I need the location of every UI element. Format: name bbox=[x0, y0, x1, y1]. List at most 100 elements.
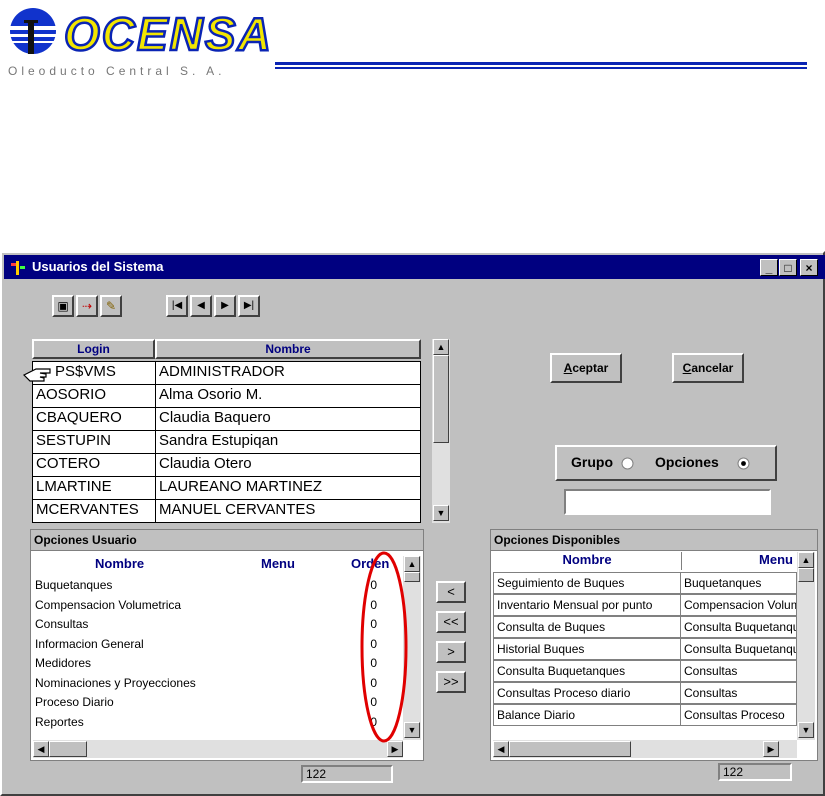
last-record-icon[interactable]: ▶| bbox=[238, 295, 260, 317]
first-record-icon[interactable]: |◀ bbox=[166, 295, 188, 317]
user-nombre-cell[interactable]: Claudia Otero bbox=[155, 453, 421, 477]
opciones-disponibles-title: Opciones Disponibles bbox=[494, 533, 621, 547]
ou-item-nombre: Proceso Diario bbox=[35, 695, 114, 709]
ou-header-nombre[interactable]: Nombre bbox=[95, 556, 144, 571]
od-scroll-left[interactable]: ◀ bbox=[493, 741, 509, 757]
scroll-thumb[interactable] bbox=[433, 355, 449, 443]
users-scrollbar[interactable]: ▲ ▼ bbox=[432, 339, 450, 523]
remove-one-button[interactable]: < bbox=[436, 581, 466, 603]
od-item-nombre[interactable]: Consultas Proceso diario bbox=[493, 682, 681, 704]
title-bar: Usuarios del Sistema _ □ × bbox=[4, 255, 825, 279]
add-all-button[interactable]: >> bbox=[436, 671, 466, 693]
logo-rule-thin bbox=[275, 67, 807, 69]
od-item-menu[interactable]: Consulta Buquetanques bbox=[680, 616, 797, 638]
od-hscroll[interactable]: ◀ ▶ bbox=[493, 740, 797, 758]
user-nombre-cell[interactable]: Sandra Estupiqan bbox=[155, 430, 421, 454]
od-item-nombre[interactable]: Balance Diario bbox=[493, 704, 681, 726]
usuarios-window: Usuarios del Sistema _ □ × ▣ ⇢ ✎ |◀ ◀ ▶ … bbox=[0, 251, 825, 796]
filter-input[interactable] bbox=[564, 489, 771, 515]
save-icon[interactable]: ▣ bbox=[52, 295, 74, 317]
od-hthumb[interactable] bbox=[509, 741, 631, 757]
column-header-login[interactable]: Login bbox=[32, 339, 155, 359]
od-item-menu[interactable]: Consulta Buquetanques bbox=[680, 638, 797, 660]
ou-scroll-left[interactable]: ◀ bbox=[33, 741, 49, 757]
scroll-down-button[interactable]: ▼ bbox=[433, 505, 449, 521]
insert-record-icon[interactable]: ⇢ bbox=[76, 295, 98, 317]
od-header-nombre-cell[interactable]: Nombre bbox=[493, 552, 682, 570]
column-header-nombre[interactable]: Nombre bbox=[155, 339, 421, 359]
delete-record-icon[interactable]: ✎ bbox=[100, 295, 122, 317]
user-nombre-cell[interactable]: ADMINISTRADOR bbox=[155, 361, 421, 385]
user-nombre-cell[interactable]: MANUEL CERVANTES bbox=[155, 499, 421, 523]
opciones-radio[interactable] bbox=[737, 457, 750, 470]
list-item[interactable]: Compensacion Volumetrica 0 bbox=[35, 598, 401, 616]
add-one-button[interactable]: > bbox=[436, 641, 466, 663]
od-scroll-right[interactable]: ▶ bbox=[763, 741, 779, 757]
grupo-radio[interactable] bbox=[621, 457, 634, 470]
record-pointer-hand-icon bbox=[22, 368, 51, 382]
od-vthumb[interactable] bbox=[798, 568, 814, 582]
user-login-cell[interactable]: LMARTINE bbox=[32, 476, 156, 500]
cancelar-button[interactable]: Cancelar bbox=[672, 353, 744, 383]
od-item-menu[interactable]: Consultas bbox=[680, 682, 797, 704]
list-item[interactable]: Proceso Diario 0 bbox=[35, 695, 401, 713]
user-login-cell[interactable]: SESTUPIN bbox=[32, 430, 156, 454]
od-scroll-down[interactable]: ▼ bbox=[798, 722, 814, 738]
list-item[interactable]: Medidores 0 bbox=[35, 656, 401, 674]
ou-hscroll[interactable]: ◀ ▶ bbox=[33, 740, 403, 758]
od-scroll-up[interactable]: ▲ bbox=[798, 552, 814, 568]
next-record-icon[interactable]: ▶ bbox=[214, 295, 236, 317]
od-record-count: 122 bbox=[718, 763, 792, 781]
od-item-menu[interactable]: Compensacion Volumetrica bbox=[680, 594, 797, 616]
od-item-menu[interactable]: Buquetanques bbox=[680, 572, 797, 594]
aceptar-button[interactable]: Aceptar bbox=[550, 353, 622, 383]
scroll-up-button[interactable]: ▲ bbox=[433, 339, 449, 355]
opciones-disponibles-panel: Opciones Disponibles Nombre Menu Seguimi… bbox=[490, 529, 818, 761]
prev-record-icon[interactable]: ◀ bbox=[190, 295, 212, 317]
user-nombre-cell[interactable]: LAUREANO MARTINEZ bbox=[155, 476, 421, 500]
ou-header-menu[interactable]: Menu bbox=[261, 556, 295, 571]
aceptar-mnemonic: A bbox=[563, 361, 573, 375]
user-login-cell[interactable]: AOSORIO bbox=[32, 384, 156, 408]
list-item[interactable]: Consultas 0 bbox=[35, 617, 401, 635]
od-item-nombre[interactable]: Consulta Buquetanques bbox=[493, 660, 681, 682]
od-header-menu-cell[interactable]: Menu bbox=[683, 552, 793, 570]
annotation-ellipse bbox=[360, 551, 408, 743]
od-item-nombre[interactable]: Inventario Mensual por punto bbox=[493, 594, 681, 616]
close-button[interactable]: × bbox=[800, 259, 818, 276]
svg-text:OCENSA: OCENSA bbox=[64, 8, 272, 58]
ou-hthumb[interactable] bbox=[49, 741, 87, 757]
opciones-usuario-title: Opciones Usuario bbox=[34, 533, 137, 547]
maximize-button[interactable]: □ bbox=[779, 259, 797, 276]
od-item-nombre[interactable]: Historial Buques bbox=[493, 638, 681, 660]
ou-record-count: 122 bbox=[301, 765, 393, 783]
user-login-cell[interactable]: COTERO bbox=[32, 453, 156, 477]
list-item[interactable]: Nominaciones y Proyecciones 0 bbox=[35, 676, 401, 694]
list-item[interactable]: Informacion General 0 bbox=[35, 637, 401, 655]
user-login-cell[interactable]: CBAQUERO bbox=[32, 407, 156, 431]
app-icon bbox=[11, 261, 25, 275]
logo-rule bbox=[275, 62, 807, 65]
ocensa-wordmark: OCENSA bbox=[63, 8, 272, 58]
ou-item-nombre: Medidores bbox=[35, 656, 92, 670]
od-item-nombre[interactable]: Seguimiento de Buques bbox=[493, 572, 681, 594]
od-item-menu[interactable]: Consultas Proceso bbox=[680, 704, 797, 726]
minimize-button[interactable]: _ bbox=[760, 259, 778, 276]
user-nombre-cell[interactable]: Alma Osorio M. bbox=[155, 384, 421, 408]
user-login-cell[interactable]: MCERVANTES bbox=[32, 499, 156, 523]
od-vscroll[interactable]: ▲ ▼ bbox=[797, 552, 815, 740]
od-header-menu: Menu bbox=[759, 552, 793, 567]
od-item-nombre[interactable]: Consulta de Buques bbox=[493, 616, 681, 638]
od-item-menu[interactable]: Consultas bbox=[680, 660, 797, 682]
opciones-label: Opciones bbox=[655, 454, 719, 470]
window-title: Usuarios del Sistema bbox=[32, 259, 164, 274]
remove-all-button[interactable]: << bbox=[436, 611, 466, 633]
ou-item-nombre: Nominaciones y Proyecciones bbox=[35, 675, 196, 690]
list-item[interactable]: Buquetanques 0 bbox=[35, 578, 401, 596]
ou-item-nombre: Informacion General bbox=[35, 636, 144, 651]
user-nombre-cell[interactable]: Claudia Baquero bbox=[155, 407, 421, 431]
ou-item-nombre: Reportes bbox=[35, 714, 84, 729]
list-item[interactable]: Reportes 0 bbox=[35, 715, 401, 733]
ou-item-nombre: Consultas bbox=[35, 617, 89, 631]
ou-item-nombre: Buquetanques bbox=[35, 578, 113, 592]
